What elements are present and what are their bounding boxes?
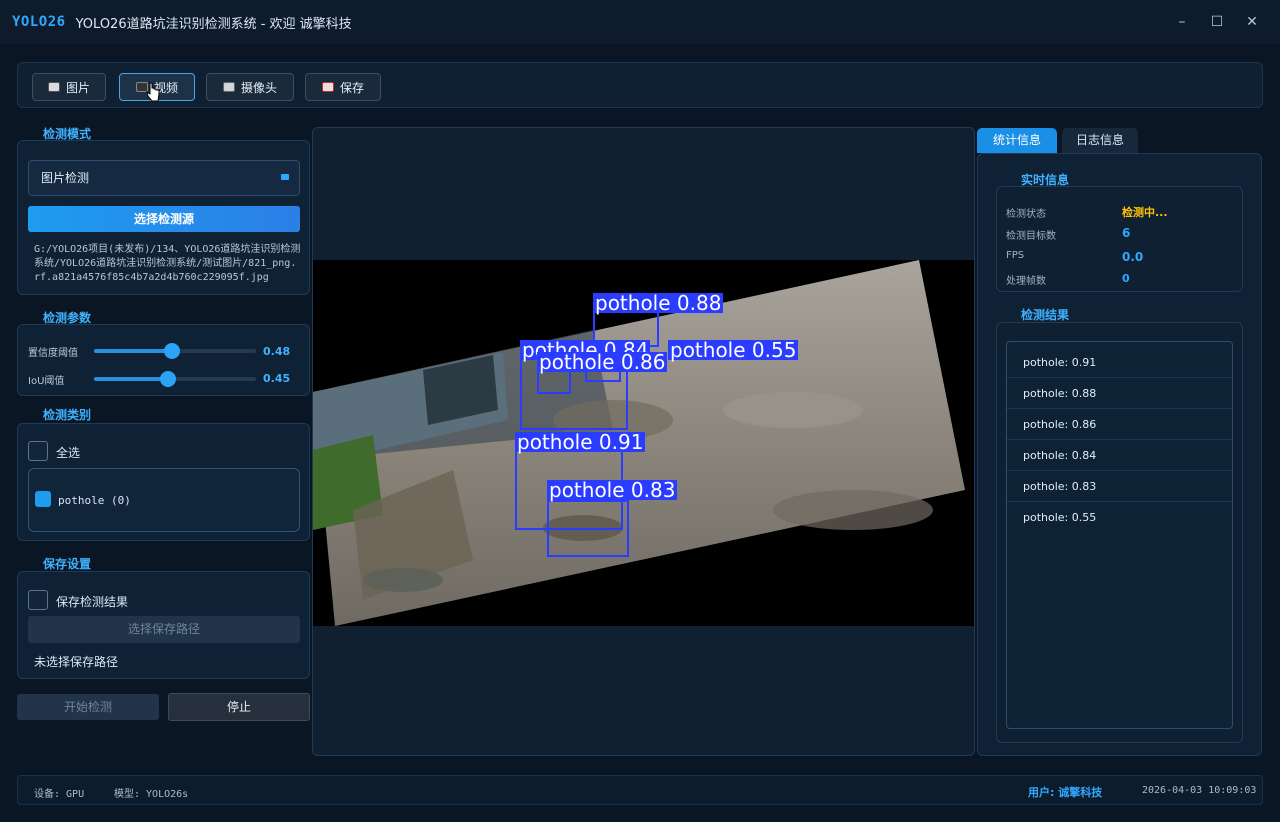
class-label-pothole: pothole (0) xyxy=(58,494,131,507)
bbox-label-055: pothole 0.55 xyxy=(668,338,799,362)
tab-statistics[interactable]: 统计信息 xyxy=(977,128,1057,153)
save-settings-title: 保存设置 xyxy=(43,557,92,571)
list-item[interactable]: pothole: 0.55 xyxy=(1007,502,1232,533)
stop-button[interactable]: 停止 xyxy=(168,693,310,721)
iou-slider[interactable] xyxy=(94,371,256,387)
hand-cursor-icon xyxy=(146,82,160,102)
select-all-checkbox[interactable] xyxy=(28,441,48,461)
iou-slider-fill xyxy=(94,377,168,381)
mode-select[interactable]: 图片检测 xyxy=(28,160,300,196)
results-title: 检测结果 xyxy=(1021,308,1070,322)
model-info: 模型: YOLO26s xyxy=(114,789,189,800)
list-item[interactable]: pothole: 0.83 xyxy=(1007,471,1232,502)
stat-fps-key: FPS xyxy=(1006,250,1025,261)
stat-status-key: 检测状态 xyxy=(1006,209,1046,220)
status-bar: 设备: GPU 模型: YOLO26s 用户: 诚擎科技 2026-04-03 … xyxy=(17,775,1263,805)
save-button[interactable]: 保存 xyxy=(305,73,381,101)
toolbar: 图片 视频 摄像头 保存 xyxy=(17,62,1263,108)
list-item[interactable]: pothole: 0.88 xyxy=(1007,378,1232,409)
bbox-label-083: pothole 0.83 xyxy=(547,478,678,502)
stat-status-value: 检测中... xyxy=(1122,206,1168,219)
stat-targets-value: 6 xyxy=(1122,226,1131,240)
iou-slider-handle[interactable] xyxy=(160,371,176,387)
webcam-icon xyxy=(222,82,235,92)
save-icon xyxy=(321,82,334,92)
app-logo: YOLO26 xyxy=(12,14,66,30)
image-button[interactable]: 图片 xyxy=(32,73,106,101)
bbox-pothole-083 xyxy=(547,500,629,557)
iou-label: IoU阈值 xyxy=(28,376,65,387)
minimize-button[interactable]: – xyxy=(1172,12,1192,32)
start-detect-button[interactable]: 开始检测 xyxy=(17,694,159,720)
stat-frames-value: 0 xyxy=(1122,272,1130,285)
save-path-status: 未选择保存路径 xyxy=(34,655,119,669)
bbox-label-088: pothole 0.88 xyxy=(593,291,724,315)
tab-logs[interactable]: 日志信息 xyxy=(1062,128,1138,153)
title-bar: YOLO26 YOLO26道路坑洼识别检测系统 - 欢迎 诚擎科技 – ☐ ✕ xyxy=(0,0,1280,44)
select-source-button[interactable]: 选择检测源 xyxy=(28,206,300,232)
mode-select-value: 图片检测 xyxy=(41,171,90,185)
image-button-label: 图片 xyxy=(65,80,90,95)
select-all-label: 全选 xyxy=(56,446,81,460)
detection-frame: pothole 0.88 pothole 0.84 pothole 0.55 p… xyxy=(313,260,974,626)
iou-value: 0.45 xyxy=(263,372,291,385)
list-item[interactable]: pothole: 0.86 xyxy=(1007,409,1232,440)
stat-fps-value: 0.0 xyxy=(1122,250,1144,264)
bbox-label-091: pothole 0.91 xyxy=(515,430,646,454)
class-checkbox-pothole[interactable] xyxy=(35,491,51,507)
camera-button-label: 摄像头 xyxy=(240,80,277,95)
save-results-checkbox[interactable] xyxy=(28,590,48,610)
device-info: 设备: GPU xyxy=(34,789,85,800)
maximize-button[interactable]: ☐ xyxy=(1207,12,1227,32)
save-button-label: 保存 xyxy=(339,80,364,95)
confidence-slider-handle[interactable] xyxy=(164,343,180,359)
close-button[interactable]: ✕ xyxy=(1242,12,1262,32)
window-title: YOLO26道路坑洼识别检测系统 - 欢迎 诚擎科技 xyxy=(75,16,352,32)
class-list: pothole (0) xyxy=(28,468,300,532)
save-results-label: 保存检测结果 xyxy=(56,595,129,609)
list-item[interactable]: pothole: 0.84 xyxy=(1007,440,1232,471)
datetime: 2026-04-03 10:09:03 xyxy=(1142,785,1257,796)
bbox-label-086: pothole 0.86 xyxy=(537,350,668,374)
choose-save-path-button[interactable]: 选择保存路径 xyxy=(28,616,300,643)
stat-frames-key: 处理帧数 xyxy=(1006,276,1046,287)
confidence-slider[interactable] xyxy=(94,343,256,359)
camera-icon xyxy=(47,82,60,92)
list-item[interactable]: pothole: 0.91 xyxy=(1007,347,1232,378)
stat-targets-key: 检测目标数 xyxy=(1006,231,1056,242)
confidence-label: 置信度阈值 xyxy=(28,348,78,359)
source-path: G:/YOLO26项目(未发布)/134、YOLO26道路坑洼识别检测系统/YO… xyxy=(34,244,301,283)
user-info: 用户: 诚擎科技 xyxy=(1028,786,1103,799)
classes-title: 检测类别 xyxy=(43,408,92,422)
confidence-value: 0.48 xyxy=(263,345,291,358)
image-viewer: pothole 0.88 pothole 0.84 pothole 0.55 p… xyxy=(312,127,975,756)
results-list[interactable]: pothole: 0.91 pothole: 0.88 pothole: 0.8… xyxy=(1006,341,1233,729)
camera-button[interactable]: 摄像头 xyxy=(206,73,294,101)
confidence-slider-fill xyxy=(94,349,172,353)
chevron-down-icon xyxy=(281,174,289,180)
